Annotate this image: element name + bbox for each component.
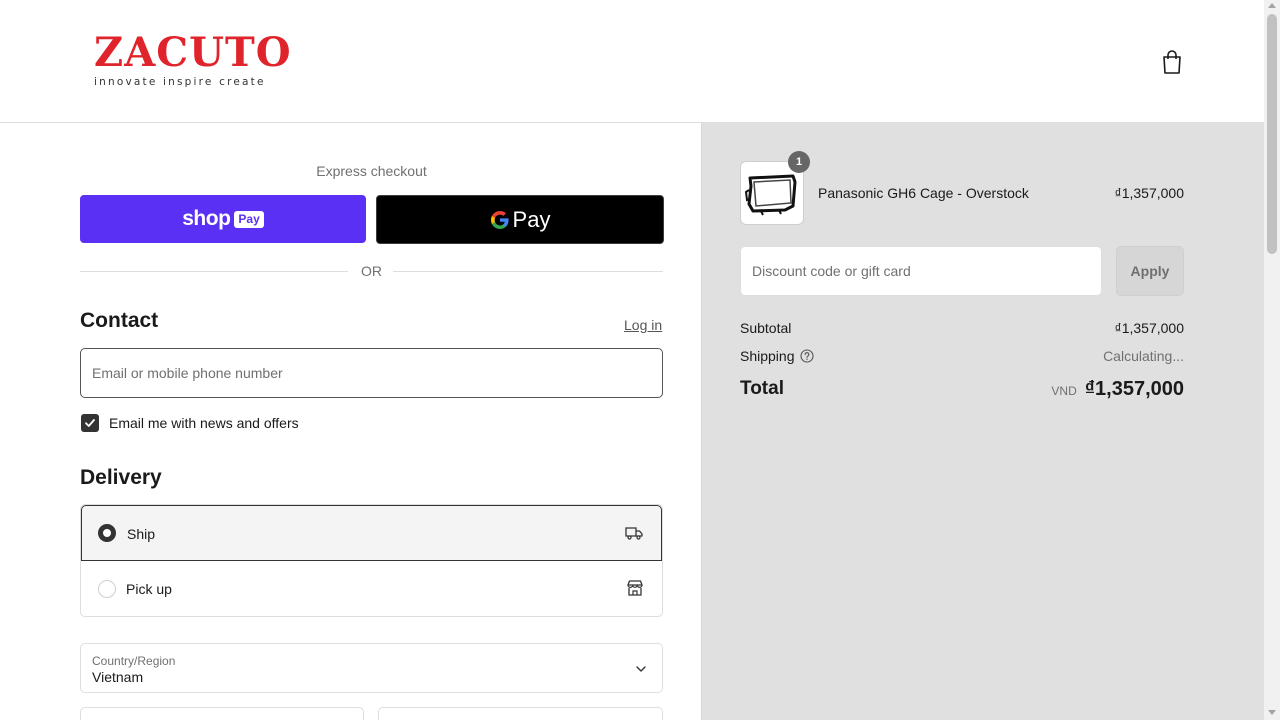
contact-heading: Contact [80, 309, 159, 332]
total-label: Total [740, 378, 784, 399]
page-scrollbar[interactable] [1264, 0, 1280, 720]
total-value: ₫1,357,000 [1084, 378, 1184, 400]
discount-code-field[interactable] [740, 246, 1102, 296]
apply-discount-button[interactable]: Apply [1116, 246, 1184, 296]
last-name-field[interactable] [378, 707, 663, 720]
newsletter-checkbox[interactable] [81, 414, 99, 432]
ship-label: Ship [127, 526, 156, 542]
checkmark-icon [85, 419, 95, 427]
delivery-option-ship[interactable]: Ship [81, 505, 662, 561]
scroll-up-arrow[interactable] [1268, 3, 1276, 8]
shop-pay-button[interactable]: shop Pay [80, 195, 366, 243]
scroll-down-arrow[interactable] [1268, 710, 1276, 715]
email-field[interactable] [80, 348, 663, 398]
pickup-radio[interactable] [98, 580, 116, 598]
product-price: ₫1,357,000 [1114, 185, 1184, 201]
shipping-label: Shipping [740, 348, 795, 364]
checkout-form: Express checkout shop Pay Pay OR Contact… [0, 123, 701, 720]
truck-icon [625, 527, 643, 540]
total-currency: VND [1051, 384, 1077, 398]
total-amount: VND ₫1,357,000 [1051, 378, 1184, 401]
ship-radio[interactable] [98, 524, 116, 542]
zacuto-logo[interactable]: ZACUTO innovate inspire create [94, 29, 292, 92]
order-summary: 1 Panasonic GH6 Cage - Overstock ₫1,357,… [701, 123, 1264, 720]
logo-tagline: innovate inspire create [94, 76, 266, 88]
google-pay-button[interactable]: Pay [376, 195, 664, 244]
or-text: OR [361, 263, 382, 279]
logo-wordmark: ZACUTO [94, 29, 292, 76]
site-header: ZACUTO innovate inspire create [0, 0, 1264, 123]
delivery-method-group: Ship Pick up [80, 504, 663, 617]
question-circle-icon[interactable] [800, 349, 814, 363]
country-select[interactable]: Country/Region Vietnam [80, 643, 663, 693]
scroll-thumb[interactable] [1267, 14, 1277, 254]
quantity-badge: 1 [788, 151, 810, 173]
first-name-field[interactable] [80, 707, 364, 720]
country-label: Country/Region [92, 654, 176, 668]
google-g-icon [490, 210, 509, 229]
pickup-label: Pick up [126, 581, 172, 597]
chevron-down-icon [636, 666, 646, 672]
shopping-bag-icon[interactable] [1160, 49, 1184, 75]
login-link[interactable]: Log in [624, 317, 662, 333]
subtotal-label: Subtotal [740, 320, 792, 336]
shop-pay-word: shop [182, 207, 231, 230]
google-pay-word: Pay [512, 206, 551, 232]
delivery-option-pickup[interactable]: Pick up [81, 561, 662, 616]
newsletter-label: Email me with news and offers [109, 415, 299, 431]
shop-pay-badge: Pay [234, 210, 264, 228]
product-name: Panasonic GH6 Cage - Overstock [818, 185, 1029, 201]
delivery-heading: Delivery [80, 466, 162, 489]
store-icon [627, 580, 643, 596]
shipping-value: Calculating... [1103, 348, 1184, 364]
country-value: Vietnam [92, 669, 144, 685]
subtotal-value: ₫1,357,000 [1114, 320, 1184, 336]
or-divider: OR [80, 263, 663, 281]
express-checkout-title: Express checkout [316, 163, 427, 179]
